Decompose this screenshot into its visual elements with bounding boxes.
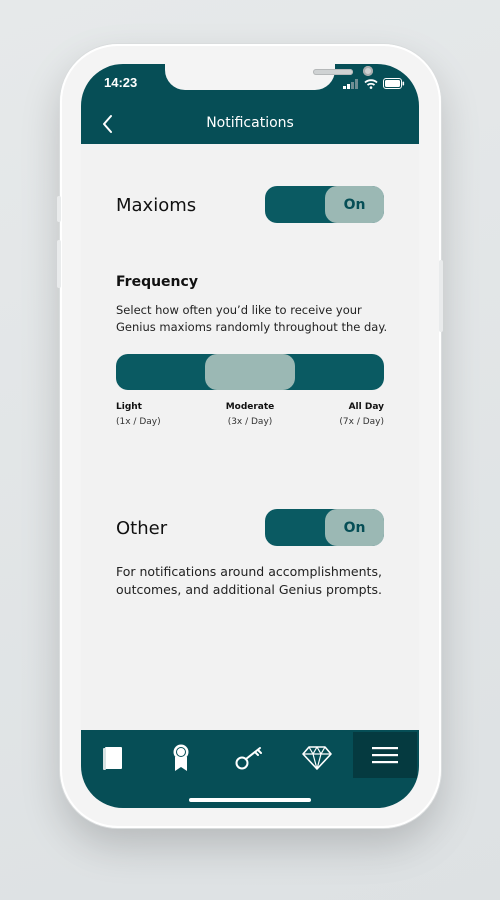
other-description: For notifications around accomplishments… xyxy=(116,564,382,597)
page-title: Notifications xyxy=(206,115,294,131)
other-toggle[interactable]: On xyxy=(265,509,384,546)
frequency-option-rate: (7x / Day) xyxy=(339,417,384,427)
frequency-option-name: All Day xyxy=(348,402,384,412)
speaker xyxy=(313,69,353,75)
nav-award[interactable] xyxy=(149,738,213,778)
diamond-icon xyxy=(302,746,332,770)
app-header: 14:23 Notifications xyxy=(81,64,419,144)
frequency-option-moderate[interactable]: Moderate (3x / Day) xyxy=(220,402,280,427)
key-icon xyxy=(235,747,262,770)
menu-icon xyxy=(372,747,398,764)
wifi-icon xyxy=(364,78,378,89)
other-toggle-knob: On xyxy=(325,509,384,546)
nav-key[interactable] xyxy=(217,738,281,778)
camera xyxy=(363,66,373,76)
frequency-slider-thumb[interactable] xyxy=(205,354,295,390)
frequency-title: Frequency xyxy=(116,274,198,290)
status-icons xyxy=(343,78,405,89)
frequency-option-name: Light xyxy=(116,402,142,412)
frequency-option-name: Moderate xyxy=(225,402,275,412)
phone-side-button xyxy=(439,260,443,332)
phone-side-button xyxy=(57,196,61,222)
nav-book[interactable] xyxy=(81,738,145,778)
maxioms-toggle[interactable]: On xyxy=(265,186,384,223)
maxioms-label: Maxioms xyxy=(116,195,197,216)
frequency-option-all-day[interactable]: All Day (7x / Day) xyxy=(324,402,384,427)
other-label: Other xyxy=(116,518,168,539)
phone-side-button xyxy=(57,240,61,288)
app-screen: 14:23 Notifications Maxioms On Frequency… xyxy=(81,64,419,808)
frequency-option-rate: (1x / Day) xyxy=(116,417,161,427)
status-time: 14:23 xyxy=(104,75,138,90)
frequency-option-rate: (3x / Day) xyxy=(227,417,273,427)
nav-diamond[interactable] xyxy=(285,738,349,778)
book-icon xyxy=(103,747,122,770)
battery-icon xyxy=(383,78,405,89)
frequency-option-light[interactable]: Light (1x / Day) xyxy=(116,402,161,427)
maxioms-toggle-knob: On xyxy=(325,186,384,223)
home-indicator xyxy=(189,798,311,802)
award-ribbon-icon xyxy=(173,744,189,771)
frequency-slider[interactable] xyxy=(116,354,384,390)
signal-icon xyxy=(343,78,358,89)
notch xyxy=(165,64,373,90)
bottom-nav xyxy=(81,730,419,808)
frequency-description: Select how often you’d like to receive y… xyxy=(116,303,388,334)
nav-menu[interactable] xyxy=(353,732,417,778)
